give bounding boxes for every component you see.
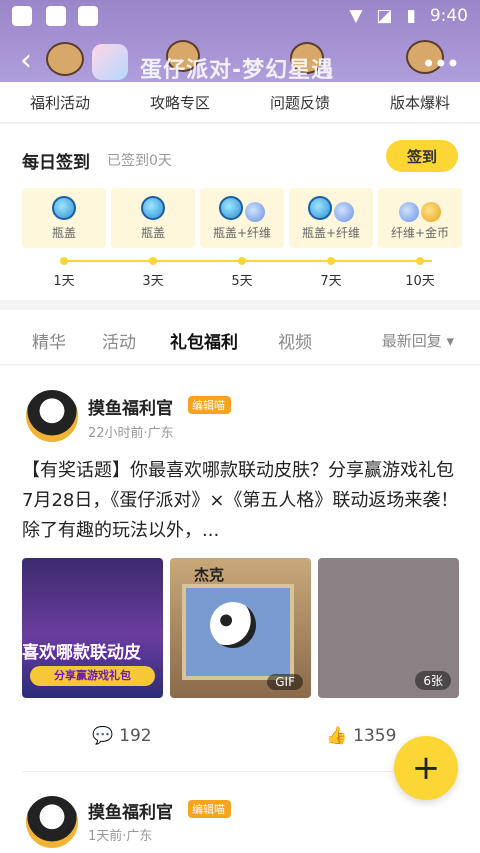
content-tabs: 精华 活动 礼包福利 视频 最新回复 ▾ bbox=[0, 310, 480, 365]
post-image[interactable]: 喜欢哪款联动皮 分享赢游戏礼包 bbox=[22, 558, 163, 698]
wifi-icon: ▼ bbox=[349, 6, 363, 26]
signin-status: 已签到0天 bbox=[107, 153, 172, 169]
reward-item: 瓶盖 bbox=[111, 188, 195, 248]
status-bar: ▼ ◪ ▮ 9:40 bbox=[0, 0, 480, 34]
reward-item: 瓶盖 bbox=[22, 188, 106, 248]
character-image bbox=[210, 602, 256, 648]
section-nav: 福利活动 攻略专区 问题反馈 版本爆料 bbox=[0, 82, 480, 123]
reward-list: 瓶盖 瓶盖 瓶盖+纤维 瓶盖+纤维 纤维+金币 bbox=[22, 188, 462, 248]
post-author[interactable]: 摸鱼福利官 bbox=[88, 394, 173, 419]
notification-icon bbox=[12, 6, 32, 26]
more-icon[interactable]: ••• bbox=[422, 50, 460, 78]
fiber-icon bbox=[245, 202, 265, 222]
post-author[interactable]: 摸鱼福利官 bbox=[88, 798, 173, 823]
create-post-button[interactable]: + bbox=[394, 736, 458, 800]
reward-item: 纤维+金币 bbox=[378, 188, 462, 248]
day-label: 1天 bbox=[53, 274, 75, 289]
status-time: 9:40 bbox=[429, 6, 468, 26]
battery-icon: ▮ bbox=[406, 6, 416, 26]
nav-item-guides[interactable]: 攻略专区 bbox=[150, 92, 210, 113]
day-label: 7天 bbox=[320, 274, 342, 289]
post-card[interactable]: 摸鱼福利官 编辑喵 22小时前·广东 【有奖话题】你最喜欢哪款联动皮肤？分享赢游… bbox=[0, 366, 480, 772]
app-logo bbox=[92, 44, 128, 80]
bottle-cap-icon bbox=[219, 196, 243, 220]
avatar[interactable] bbox=[26, 390, 78, 442]
mascot-icon bbox=[46, 42, 84, 76]
post-image[interactable]: 6张 bbox=[318, 558, 459, 698]
sort-dropdown[interactable]: 最新回复 ▾ bbox=[382, 330, 454, 351]
signin-button[interactable]: 签到 bbox=[386, 140, 458, 172]
signal-icon: ◪ bbox=[376, 6, 393, 26]
notification-icon bbox=[78, 6, 98, 26]
reward-item: 瓶盖+纤维 bbox=[289, 188, 373, 248]
bottle-cap-icon bbox=[308, 196, 332, 220]
gif-tag: GIF bbox=[267, 674, 303, 690]
post-meta: 22小时前·广东 bbox=[88, 426, 174, 441]
progress-dot bbox=[60, 257, 68, 265]
editor-badge: 编辑喵 bbox=[188, 800, 231, 818]
progress-dot bbox=[327, 257, 335, 265]
bottle-cap-icon bbox=[52, 196, 76, 220]
coin-icon bbox=[421, 202, 441, 222]
tab-gift-welfare[interactable]: 礼包福利 bbox=[170, 328, 238, 353]
post-text[interactable]: 【有奖话题】你最喜欢哪款联动皮肤？分享赢游戏礼包 7月28日，《蛋仔派对》×《第… bbox=[22, 456, 460, 546]
progress-track bbox=[62, 260, 432, 262]
day-label: 5天 bbox=[231, 274, 253, 289]
like-button[interactable]: 👍 1359 bbox=[326, 726, 396, 746]
post-meta: 1天前·广东 bbox=[88, 829, 153, 844]
daily-signin-card: 每日签到 已签到0天 签到 瓶盖 瓶盖 瓶盖+纤维 瓶盖+纤维 纤维+金币 1天… bbox=[0, 124, 480, 300]
tab-featured[interactable]: 精华 bbox=[32, 328, 66, 353]
fiber-icon bbox=[399, 202, 419, 222]
comment-button[interactable]: 💬 192 bbox=[92, 726, 152, 746]
thumbs-up-icon: 👍 bbox=[326, 726, 348, 746]
page-title: 蛋仔派对-梦幻星遇 bbox=[140, 58, 335, 83]
editor-badge: 编辑喵 bbox=[188, 396, 231, 414]
bottle-cap-icon bbox=[141, 196, 165, 220]
progress-dot bbox=[416, 257, 424, 265]
image-count-tag: 6张 bbox=[415, 671, 451, 690]
day-label: 3天 bbox=[142, 274, 164, 289]
nav-item-feedback[interactable]: 问题反馈 bbox=[270, 92, 330, 113]
progress-dot bbox=[149, 257, 157, 265]
avatar[interactable] bbox=[26, 796, 78, 848]
back-button[interactable]: ‹ bbox=[20, 46, 32, 76]
tab-events[interactable]: 活动 bbox=[102, 328, 136, 353]
comment-icon: 💬 bbox=[92, 726, 114, 746]
notification-icon bbox=[46, 6, 66, 26]
fiber-icon bbox=[334, 202, 354, 222]
nav-item-news[interactable]: 版本爆料 bbox=[390, 92, 450, 113]
nav-item-welfare[interactable]: 福利活动 bbox=[30, 92, 90, 113]
signin-title: 每日签到 bbox=[22, 153, 90, 173]
reward-item: 瓶盖+纤维 bbox=[200, 188, 284, 248]
post-images: 喜欢哪款联动皮 分享赢游戏礼包 杰克 GIF 6张 bbox=[22, 558, 459, 698]
post-image[interactable]: 杰克 GIF bbox=[170, 558, 311, 698]
tab-video[interactable]: 视频 bbox=[278, 328, 312, 353]
progress-dot bbox=[238, 257, 246, 265]
day-label: 10天 bbox=[405, 274, 435, 289]
